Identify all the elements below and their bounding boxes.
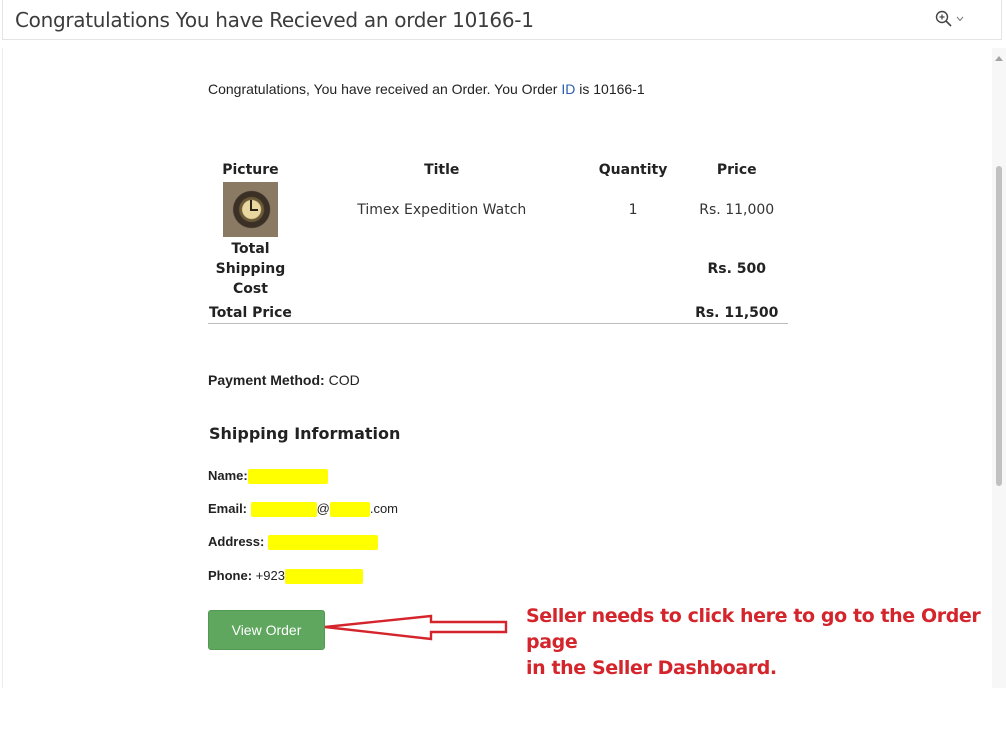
email-body: Congratulations, You have received an Or… xyxy=(2,48,994,688)
annotation-line-1: Seller needs to click here to go to the … xyxy=(526,605,981,653)
payment-method-value: COD xyxy=(324,372,360,388)
header-title: Title xyxy=(424,162,460,178)
intro-id-word: ID xyxy=(561,81,576,97)
shipping-phone-row: Phone: +923 xyxy=(208,568,363,585)
header-picture: Picture xyxy=(222,162,279,178)
intro-text-start: Congratulations, You have received an Or… xyxy=(208,81,562,97)
shipping-cost-label: Shipping Cost xyxy=(215,261,286,297)
shipping-address-row: Address: xyxy=(208,534,378,551)
total-price-label: Total Price xyxy=(209,304,292,321)
table-row: Timex Expedition Watch 1 Rs. 11,000 xyxy=(198,180,788,239)
email-suffix: .com xyxy=(369,501,399,516)
header-quantity: Quantity xyxy=(598,162,668,178)
view-order-button[interactable]: View Order xyxy=(208,610,325,650)
email-subject: Congratulations You have Recieved an ord… xyxy=(15,8,534,32)
address-label: Address: xyxy=(208,534,265,549)
shipping-email-row: Email: @ .com xyxy=(208,501,399,518)
scrollbar[interactable] xyxy=(992,48,1006,688)
item-title: Timex Expedition Watch xyxy=(357,201,527,218)
redacted-email-user xyxy=(250,502,317,518)
table-header-row: Picture Title Quantity Price xyxy=(198,160,788,180)
total-label: Total xyxy=(231,241,270,257)
chevron-down-icon xyxy=(956,16,964,22)
payment-method-label: Payment Method: xyxy=(208,372,325,388)
divider xyxy=(208,323,788,324)
watch-product-image xyxy=(222,182,278,237)
total-price-row: Total Price Rs. 11,500 xyxy=(198,299,788,326)
annotation-line-2: in the Seller Dashboard. xyxy=(526,657,777,679)
zoom-button[interactable] xyxy=(935,9,965,29)
item-quantity: 1 xyxy=(628,201,638,218)
redacted-phone xyxy=(284,569,363,585)
payment-method: Payment Method: COD xyxy=(208,372,360,388)
redacted-name xyxy=(247,469,328,485)
name-label: Name: xyxy=(208,468,248,483)
total-shipping-label: Total Shipping Cost xyxy=(198,239,303,299)
shipping-name-row: Name: xyxy=(208,468,328,485)
scroll-thumb[interactable] xyxy=(996,166,1002,486)
item-picture-cell xyxy=(198,180,303,239)
email-at: @ xyxy=(316,501,330,516)
total-price-value: Rs. 11,500 xyxy=(695,304,779,321)
order-table: Picture Title Quantity Price Timex Exped… xyxy=(198,160,788,326)
phone-prefix: +923 xyxy=(252,568,285,583)
item-price: Rs. 11,000 xyxy=(699,201,775,218)
shipping-row: Total Shipping Cost Rs. 500 xyxy=(198,239,788,299)
intro-text-end: is 10166-1 xyxy=(575,81,645,97)
red-arrow-icon xyxy=(324,614,508,641)
intro-text: Congratulations, You have received an Or… xyxy=(208,81,645,97)
shipping-cost-value: Rs. 500 xyxy=(707,261,766,277)
redacted-address xyxy=(267,535,378,551)
zoom-in-icon xyxy=(935,10,952,27)
annotation-note: Seller needs to click here to go to the … xyxy=(526,603,1006,681)
header-price: Price xyxy=(716,162,757,178)
scroll-up-arrow-icon[interactable] xyxy=(995,56,1003,61)
redacted-email-domain xyxy=(329,502,370,518)
email-label: Email: xyxy=(208,501,248,516)
shipping-info-title: Shipping Information xyxy=(209,424,401,443)
phone-label: Phone: xyxy=(208,568,253,583)
email-header: Congratulations You have Recieved an ord… xyxy=(2,0,1002,40)
